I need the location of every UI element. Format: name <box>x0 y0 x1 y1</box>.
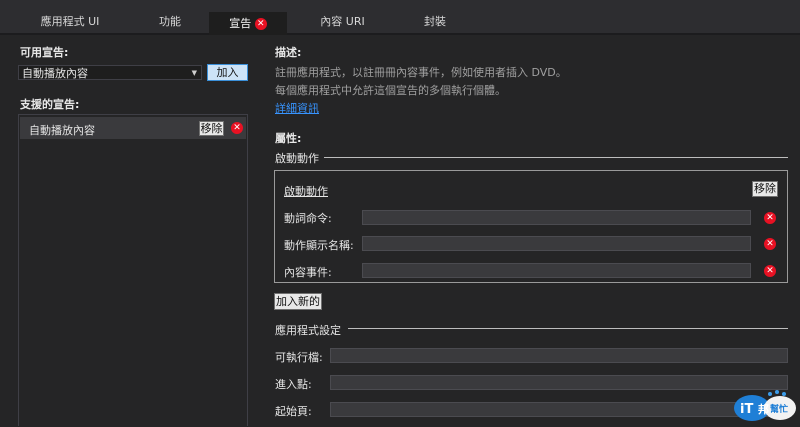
tab-label: 封裝 <box>424 15 446 28</box>
supported-declarations-label: 支援的宣告: <box>20 98 80 111</box>
supported-declarations-list: 自動播放內容 移除 ✕ <box>18 114 248 426</box>
error-icon: ✕ <box>764 212 776 224</box>
content-event-label: 內容事件: <box>284 266 332 279</box>
entry-point-label: 進入點: <box>275 378 312 391</box>
tab-content-uri[interactable]: 內容 URI <box>305 10 380 33</box>
verb-label: 動詞命令: <box>284 212 332 225</box>
chevron-down-icon: ▼ <box>191 69 197 77</box>
tab-declarations[interactable]: 宣告 ✕ <box>209 12 287 35</box>
start-page-label: 起始頁: <box>275 405 312 418</box>
remove-button[interactable]: 移除 <box>199 121 224 136</box>
tab-label: 內容 URI <box>320 15 365 28</box>
error-icon: ✕ <box>764 265 776 277</box>
error-icon: ✕ <box>254 18 267 30</box>
tab-packaging[interactable]: 封裝 <box>410 10 460 33</box>
executable-input[interactable] <box>330 348 788 363</box>
app-settings-section-title: 應用程式設定 <box>275 324 341 337</box>
list-item-label: 自動播放內容 <box>29 124 95 137</box>
content-event-input[interactable] <box>362 263 751 278</box>
properties-label: 屬性: <box>275 132 302 145</box>
entry-point-input[interactable] <box>330 375 788 390</box>
available-declarations-dropdown[interactable]: 自動播放內容 ▼ <box>18 65 202 80</box>
add-declaration-button[interactable]: 加入 <box>207 64 248 81</box>
more-info-link[interactable]: 詳細資訊 <box>275 100 319 116</box>
description-text: 每個應用程式中允許這個宣告的多個執行個體。 <box>275 84 506 97</box>
tab-label: 功能 <box>159 15 181 28</box>
tab-label: 應用程式 UI <box>40 15 100 28</box>
svg-text:邦: 邦 <box>758 402 769 416</box>
tab-bar: 應用程式 UI 功能 宣告 ✕ 內容 URI 封裝 <box>0 0 800 35</box>
ithome-watermark-logo: iT 邦 幫忙 <box>730 388 798 424</box>
description-text: 註冊應用程式，以註冊冊內容事件，例如使用者插入 DVD。 <box>275 66 567 79</box>
section-divider <box>348 328 788 329</box>
add-new-button[interactable]: 加入新的 <box>274 293 322 310</box>
error-icon: ✕ <box>764 238 776 250</box>
error-icon: ✕ <box>231 122 243 134</box>
remove-launch-action-button[interactable]: 移除 <box>752 181 778 197</box>
available-declarations-label: 可用宣告: <box>20 46 69 59</box>
description-label: 描述: <box>275 46 302 59</box>
launch-action-panel: 啟動動作 移除 動詞命令: ✕ 動作顯示名稱: ✕ 內容事件: ✕ <box>274 170 788 283</box>
svg-text:幫忙: 幫忙 <box>770 403 788 415</box>
launch-actions-section-title: 啟動動作 <box>275 152 319 165</box>
launch-action-title: 啟動動作 <box>284 185 328 198</box>
verb-input[interactable] <box>362 210 751 225</box>
list-item[interactable]: 自動播放內容 移除 ✕ <box>20 117 246 139</box>
dropdown-value: 自動播放內容 <box>22 67 88 80</box>
action-display-name-input[interactable] <box>362 236 751 251</box>
executable-label: 可執行檔: <box>275 351 323 364</box>
tab-capabilities[interactable]: 功能 <box>145 10 195 33</box>
section-divider <box>324 157 788 158</box>
action-display-name-label: 動作顯示名稱: <box>284 239 354 252</box>
svg-text:iT: iT <box>740 402 753 417</box>
tab-app-ui[interactable]: 應用程式 UI <box>30 10 110 33</box>
tab-label: 宣告 <box>229 17 252 30</box>
start-page-input[interactable] <box>330 402 788 417</box>
